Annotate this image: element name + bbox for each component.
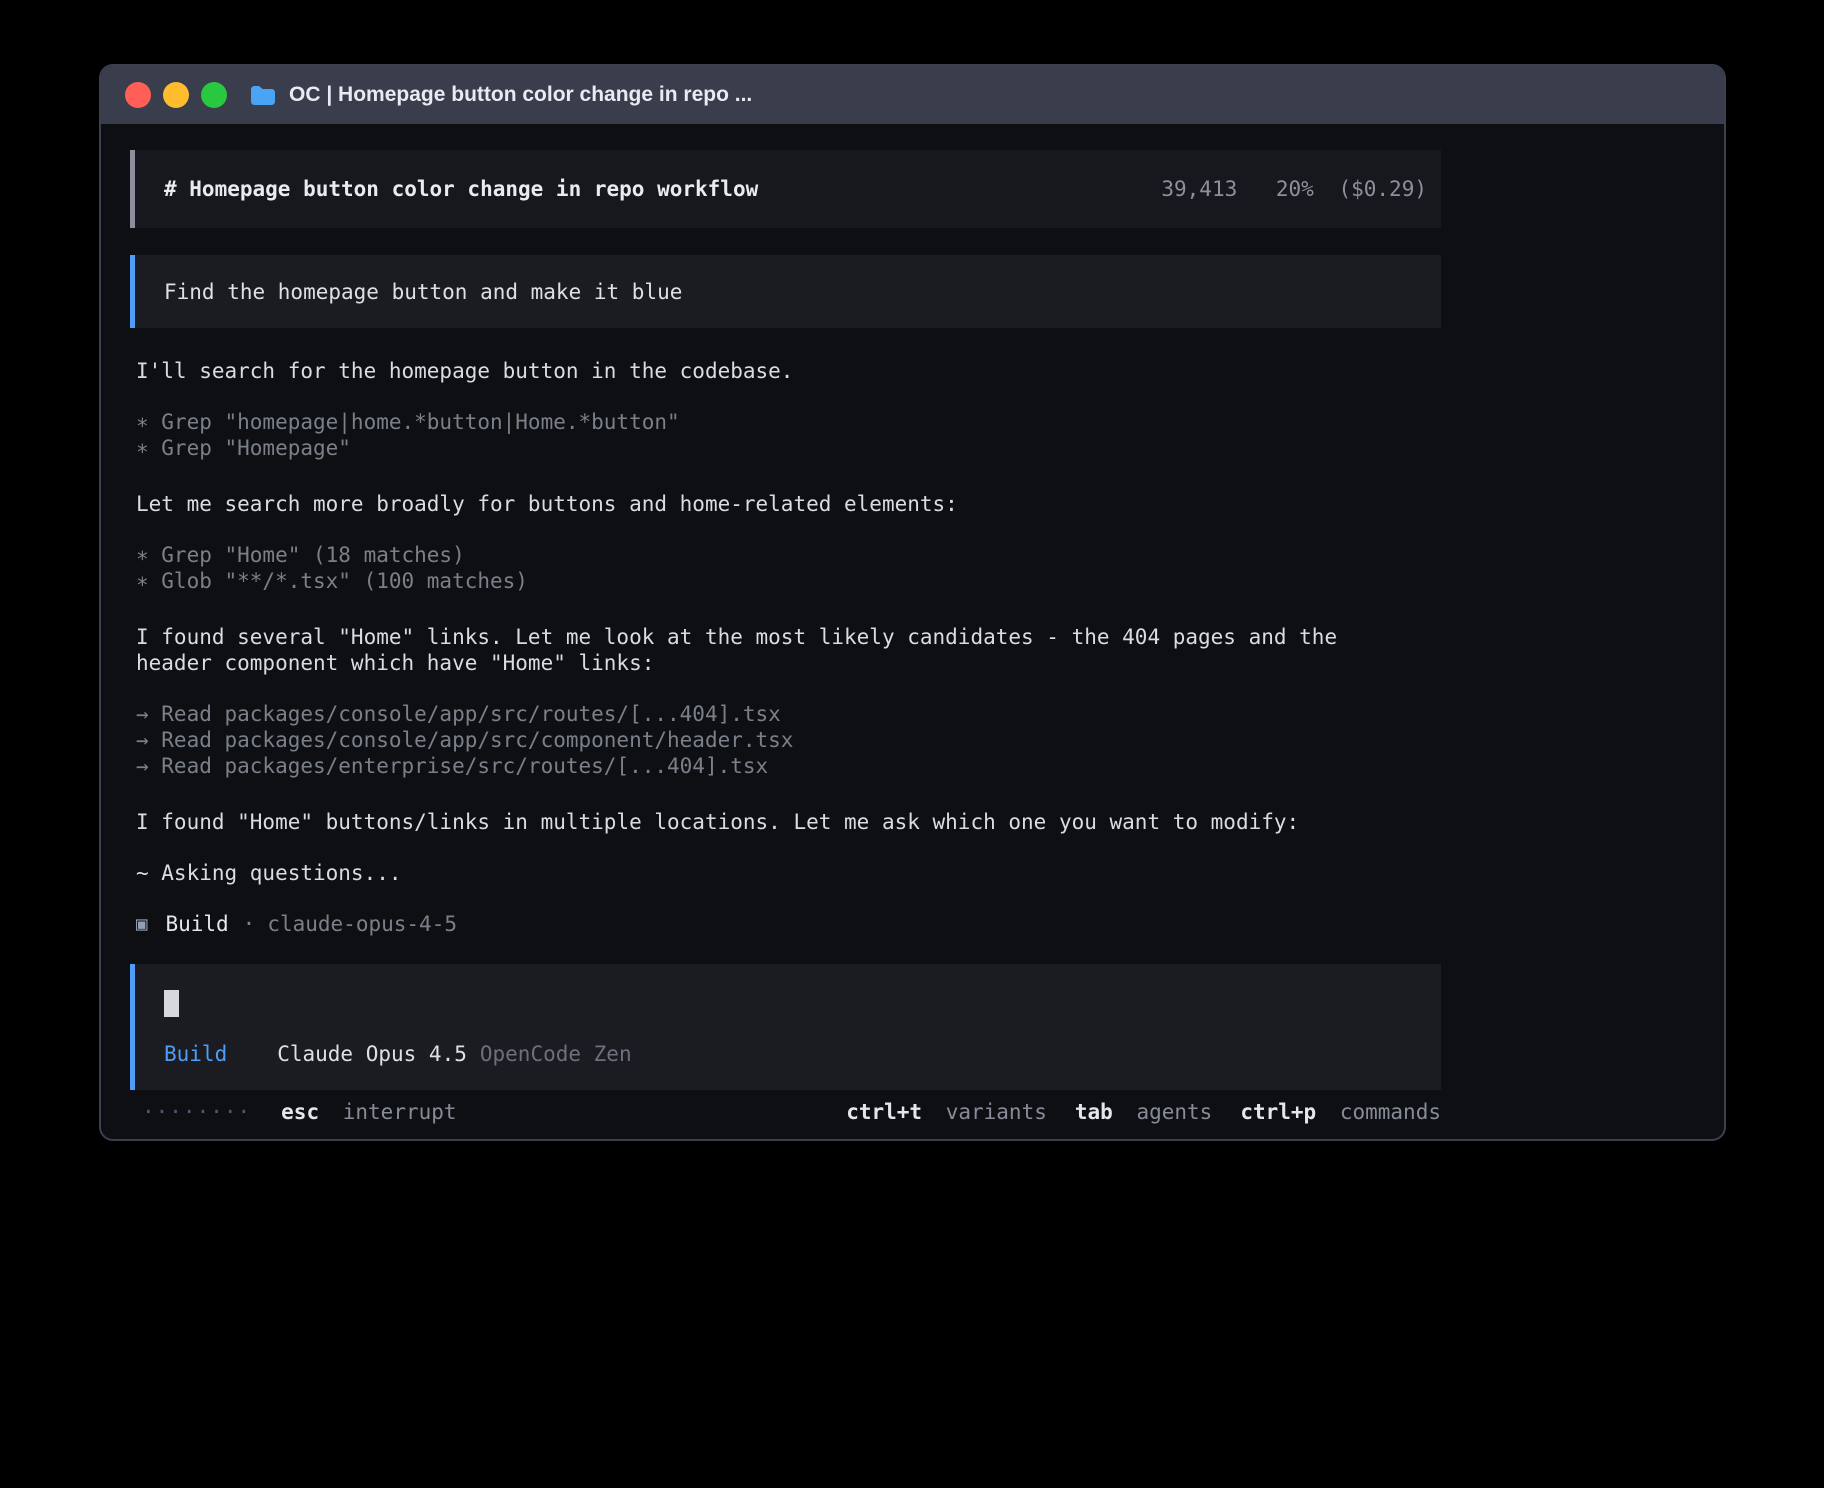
spinner: ········ <box>142 1099 251 1125</box>
session-cost: ($0.29) <box>1338 177 1427 201</box>
token-count: 39,413 <box>1161 177 1237 201</box>
agent-status-line: ▣ Build · claude-opus-4-5 <box>136 911 1441 937</box>
terminal-window: OC | Homepage button color change in rep… <box>99 64 1726 1141</box>
input-cursor <box>164 990 179 1017</box>
keybind-key: ctrl+t <box>846 1100 922 1124</box>
tool-call-grep: ∗ Grep "homepage|home.*button|Home.*butt… <box>136 409 1441 435</box>
tool-call-grep: ∗ Grep "Homepage" <box>136 435 1441 461</box>
keybind-label: variants <box>946 1100 1047 1124</box>
keybind-key: tab <box>1075 1100 1113 1124</box>
assistant-message: I found several "Home" links. Let me loo… <box>136 624 1381 676</box>
assistant-message: I found "Home" buttons/links in multiple… <box>136 809 1441 835</box>
keybind-ctrl-t: ctrl+t variants <box>846 1099 1047 1125</box>
user-message-block: Find the homepage button and make it blu… <box>130 255 1441 328</box>
session-stats: 39,413 20% ($0.29) <box>1161 176 1427 202</box>
context-percent: 20% <box>1276 177 1314 201</box>
user-message-text: Find the homepage button and make it blu… <box>164 280 682 304</box>
terminal-content: # Homepage button color change in repo w… <box>130 150 1441 1125</box>
input-provider-label: OpenCode Zen <box>480 1041 632 1067</box>
session-header: # Homepage button color change in repo w… <box>130 150 1441 228</box>
tool-call-group: ∗ Grep "Home" (18 matches) ∗ Glob "**/*.… <box>136 542 1441 594</box>
close-button[interactable] <box>125 82 151 108</box>
keybind-esc: esc interrupt <box>281 1099 456 1125</box>
tool-call-read: → Read packages/console/app/src/componen… <box>136 727 1441 753</box>
keybind-label: interrupt <box>343 1100 457 1124</box>
title-group: OC | Homepage button color change in rep… <box>249 83 752 107</box>
keybind-label: agents <box>1136 1100 1212 1124</box>
prompt-input[interactable]: Build Claude Opus 4.5 OpenCode Zen <box>130 964 1441 1090</box>
window-titlebar[interactable]: OC | Homepage button color change in rep… <box>101 66 1724 124</box>
tool-call-glob: ∗ Glob "**/*.tsx" (100 matches) <box>136 568 1441 594</box>
footer-right: ctrl+t variants tab agents ctrl+p comman… <box>818 1099 1441 1125</box>
keybind-key: ctrl+p <box>1240 1100 1316 1124</box>
session-title: # Homepage button color change in repo w… <box>164 176 758 202</box>
keybind-tab: tab agents <box>1075 1099 1212 1125</box>
folder-icon <box>249 84 277 107</box>
tool-call-grep: ∗ Grep "Home" (18 matches) <box>136 542 1441 568</box>
minimize-button[interactable] <box>163 82 189 108</box>
traffic-lights <box>125 82 227 108</box>
tool-call-read: → Read packages/console/app/src/routes/[… <box>136 701 1441 727</box>
separator-dot: · <box>243 911 256 937</box>
tool-call-group: → Read packages/console/app/src/routes/[… <box>136 701 1441 779</box>
tool-call-group: ∗ Grep "homepage|home.*button|Home.*butt… <box>136 409 1441 461</box>
footer-left: ········ esc interrupt <box>130 1099 457 1125</box>
assistant-message: Let me search more broadly for buttons a… <box>136 491 1441 517</box>
keybind-key: esc <box>281 1100 319 1124</box>
tool-call-read: → Read packages/enterprise/src/routes/[.… <box>136 753 1441 779</box>
window-title: OC | Homepage button color change in rep… <box>289 83 752 107</box>
agent-model: claude-opus-4-5 <box>267 911 457 937</box>
agent-name: Build <box>165 911 228 937</box>
keybind-ctrl-p: ctrl+p commands <box>1240 1099 1441 1125</box>
zoom-button[interactable] <box>201 82 227 108</box>
input-mode-label: Build <box>164 1041 227 1067</box>
keybind-label: commands <box>1340 1100 1441 1124</box>
input-meta: Build Claude Opus 4.5 OpenCode Zen <box>164 1041 1412 1067</box>
status-footer: ········ esc interrupt ctrl+t variants t… <box>130 1099 1441 1125</box>
assistant-message: I'll search for the homepage button in t… <box>136 358 1441 384</box>
status-asking: ~ Asking questions... <box>136 860 1441 886</box>
agent-icon: ▣ <box>136 911 147 937</box>
input-model-label: Claude Opus 4.5 <box>277 1041 467 1067</box>
